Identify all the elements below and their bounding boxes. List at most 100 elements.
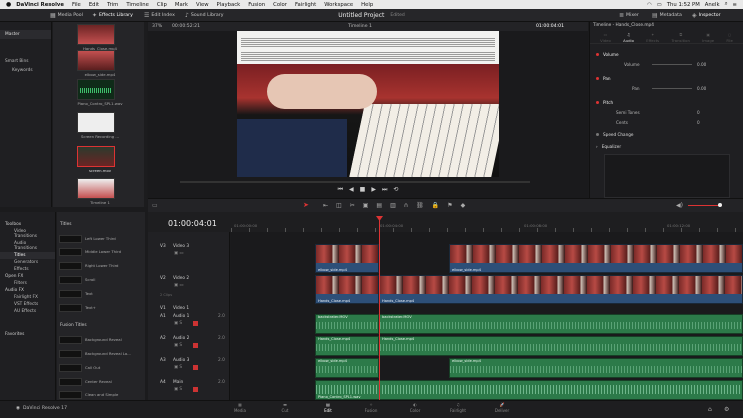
track-name[interactable]: Audio 2: [173, 336, 189, 341]
search-icon[interactable]: ⌕: [725, 1, 728, 8]
timecode-left[interactable]: 00:00:52:21: [172, 24, 200, 29]
record-arm-button[interactable]: [193, 365, 198, 370]
mute-icon[interactable]: ▣ S: [174, 343, 182, 348]
enable-dot[interactable]: [596, 133, 599, 136]
fx-audio-transitions[interactable]: Audio Transitions: [0, 240, 55, 252]
menu-color[interactable]: Color: [273, 2, 287, 8]
fx-fusion-item[interactable]: Call Out: [59, 363, 139, 372]
viewer-frame[interactable]: [237, 31, 499, 177]
page-media[interactable]: ▦ Media: [225, 402, 255, 413]
fx-fusion-item[interactable]: Clean and Simple: [59, 390, 139, 399]
menu-view[interactable]: View: [196, 2, 209, 8]
menu-clip[interactable]: Clip: [157, 2, 167, 8]
fx-fusion-item[interactable]: Background Reveal: [59, 335, 139, 344]
clip-thumb-screen-recording[interactable]: [77, 112, 115, 133]
viewer-scrubber[interactable]: [180, 181, 530, 183]
audio-clip[interactable]: elbow_side.mp4: [449, 358, 743, 378]
fx-title-item[interactable]: Text+: [59, 303, 139, 312]
tab-file[interactable]: ▯ File: [726, 32, 732, 43]
playhead[interactable]: [379, 218, 380, 400]
fx-open-fx[interactable]: Open FX: [0, 273, 55, 280]
timeline-name[interactable]: Timeline 1: [348, 24, 372, 29]
mute-icon[interactable]: ▣ S: [174, 321, 182, 326]
fx-filters[interactable]: Filters: [0, 280, 55, 287]
timeline-timecode[interactable]: 01:00:04:01: [168, 219, 217, 228]
volume-slider[interactable]: [652, 64, 692, 65]
tab-image[interactable]: ▣ Image: [702, 32, 714, 43]
dynamic-trim-icon[interactable]: ◫: [336, 202, 342, 209]
menu-app-name[interactable]: DaVinci Resolve: [16, 2, 64, 8]
pan-slider[interactable]: [652, 88, 692, 89]
timeline-clip[interactable]: elbow_side.mp4: [315, 244, 379, 273]
page-deliver[interactable]: 🚀 Deliver: [487, 402, 517, 413]
flag-icon[interactable]: ⚑: [447, 202, 452, 209]
fx-fairlight-fx[interactable]: Fairlight FX: [0, 294, 55, 301]
clip-thumb-timeline[interactable]: [77, 178, 115, 199]
semi-tones-value[interactable]: 0: [697, 110, 700, 115]
menu-mark[interactable]: Mark: [175, 2, 188, 8]
fx-title-item[interactable]: Text: [59, 289, 139, 298]
speed-change-section[interactable]: Speed Change: [590, 130, 743, 139]
fx-titles[interactable]: Titles: [0, 252, 55, 259]
insert-icon[interactable]: ▣: [363, 202, 369, 209]
trim-tool-icon[interactable]: ⇤: [323, 202, 328, 209]
record-arm-button[interactable]: [193, 387, 198, 392]
page-cut[interactable]: ▬ Cut: [270, 402, 300, 413]
timeline-clip[interactable]: elbow_side.mp4: [449, 244, 743, 273]
track-name[interactable]: Main: [173, 380, 183, 385]
audio-clip[interactable]: backstrater.MOV: [379, 314, 743, 334]
speaker-icon[interactable]: ◀): [676, 202, 683, 209]
enable-dot[interactable]: [596, 101, 599, 104]
skip-end-icon[interactable]: ⏭: [382, 186, 387, 196]
clip-thumb-screen-mov[interactable]: [77, 146, 115, 167]
equalizer-graph[interactable]: [604, 154, 730, 198]
lock-icon[interactable]: ▣ ▭: [174, 251, 184, 256]
inspector-button[interactable]: ◈ Inspector: [692, 9, 721, 22]
user-name[interactable]: Anelk: [705, 2, 720, 8]
fx-toolbox[interactable]: Toolbox: [0, 221, 55, 228]
slider-handle[interactable]: [718, 203, 722, 207]
tab-effects[interactable]: ✦ Effects: [646, 32, 659, 43]
menu-help[interactable]: Help: [361, 2, 373, 8]
layout-icon[interactable]: ▭: [152, 202, 158, 209]
fx-fusion-item[interactable]: Center Reveal: [59, 377, 139, 386]
fx-vst-effects[interactable]: VST Effects: [0, 301, 55, 308]
timecode-right[interactable]: 01:00:04:01: [536, 24, 564, 29]
volume-slider-main[interactable]: [688, 205, 722, 206]
fx-favorites[interactable]: Favorites: [0, 331, 55, 338]
play-icon[interactable]: ▶: [371, 186, 376, 196]
tab-audio[interactable]: ♫ Audio: [623, 32, 634, 43]
audio-clip[interactable]: backstrater.MOV: [315, 314, 379, 334]
track-name[interactable]: Video 2: [173, 276, 189, 281]
bin-smart-bins[interactable]: Smart Bins: [0, 57, 51, 66]
lock-icon[interactable]: ▣ ▭: [174, 283, 184, 288]
track-name[interactable]: Video 1: [173, 306, 189, 311]
fx-video-transitions[interactable]: Video Transitions: [0, 228, 55, 240]
edit-index-button[interactable]: ☰ Edit Index: [144, 9, 175, 22]
blade-tool-icon[interactable]: ✂: [350, 202, 355, 209]
fx-title-item[interactable]: Left Lower Third: [59, 234, 139, 243]
metadata-button[interactable]: ▤ Metadata: [652, 9, 682, 22]
selection-tool-icon[interactable]: ➤: [303, 201, 309, 209]
media-scrollbar[interactable]: [144, 22, 147, 207]
menu-edit[interactable]: Edit: [89, 2, 99, 8]
fx-generators[interactable]: Generators: [0, 259, 55, 266]
menu-playback[interactable]: Playback: [217, 2, 241, 8]
fx-title-item[interactable]: Right Lower Third: [59, 261, 139, 270]
fx-effects[interactable]: Effects: [0, 266, 55, 273]
snapping-icon[interactable]: ∩: [404, 202, 408, 209]
tab-video[interactable]: ▭ Video: [600, 32, 611, 43]
pitch-section[interactable]: Pitch: [590, 98, 743, 107]
enable-dot[interactable]: [596, 53, 599, 56]
track-name[interactable]: Audio 3: [173, 358, 189, 363]
page-fusion[interactable]: ✧ Fusion: [356, 402, 386, 413]
battery-icon[interactable]: ▭: [657, 2, 662, 8]
clip-thumb-hands[interactable]: [77, 24, 115, 45]
menu-timeline[interactable]: Timeline: [126, 2, 149, 8]
menu-fusion[interactable]: Fusion: [248, 2, 265, 8]
clip-thumb-audio[interactable]: [77, 79, 115, 100]
pan-section[interactable]: Pan: [590, 74, 743, 83]
bin-master[interactable]: Master: [0, 30, 51, 39]
fx-title-item[interactable]: Scroll: [59, 275, 139, 284]
equalizer-section[interactable]: › Equalizer: [590, 142, 743, 151]
